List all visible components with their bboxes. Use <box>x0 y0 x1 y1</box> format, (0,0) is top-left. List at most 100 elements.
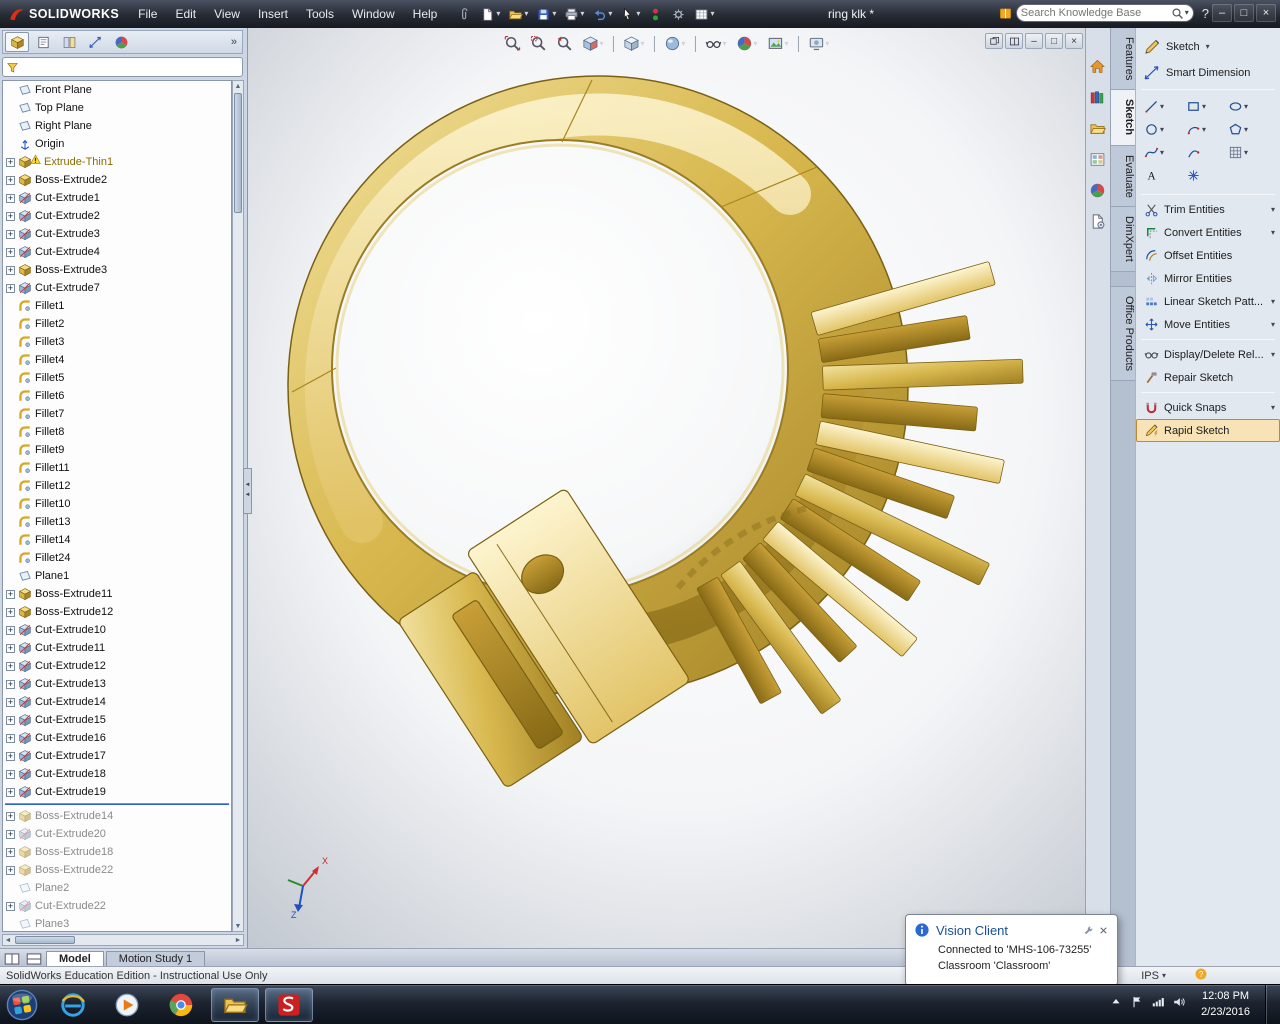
restore-button[interactable]: □ <box>1234 4 1254 22</box>
quick-tip-icon[interactable]: ? <box>1194 967 1208 984</box>
convert-entities-button[interactable]: Convert Entities ▾ <box>1136 221 1280 244</box>
tree-item-fillet11[interactable]: Fillet11 <box>3 459 231 477</box>
undo-button[interactable]: ▾ <box>589 5 615 24</box>
media-player-taskbar-button[interactable] <box>103 988 151 1022</box>
expand-icon[interactable]: + <box>6 625 15 635</box>
tree-item-plane2[interactable]: Plane2 <box>3 879 231 897</box>
menu-insert[interactable]: Insert <box>249 2 297 26</box>
pane-view-icon[interactable] <box>25 950 43 965</box>
expand-icon[interactable]: + <box>6 175 15 185</box>
tree-item-cut-extrude2[interactable]: + Cut-Extrude2 <box>3 207 231 225</box>
tree-item-fillet8[interactable]: Fillet8 <box>3 423 231 441</box>
trim-entities-button[interactable]: Trim Entities ▾ <box>1136 198 1280 221</box>
propertymanager-tab[interactable] <box>31 32 55 52</box>
expand-icon[interactable]: + <box>6 829 15 839</box>
search-caret-icon[interactable]: ▾ <box>1185 9 1189 17</box>
windows-explorer-taskbar-button[interactable] <box>211 987 259 1022</box>
smart-dimension-button[interactable]: Smart Dimension <box>1136 60 1280 86</box>
start-button[interactable] <box>4 987 40 1023</box>
tree-item-boss-extrude18[interactable]: + Boss-Extrude18 <box>3 843 231 861</box>
expand-icon[interactable]: + <box>6 589 15 599</box>
scroll-right-icon[interactable]: ► <box>233 935 243 945</box>
attach-button[interactable] <box>454 5 475 24</box>
scroll-thumb[interactable] <box>15 936 75 944</box>
expand-icon[interactable]: + <box>6 901 15 911</box>
tree-item-cut-extrude1[interactable]: + Cut-Extrude1 <box>3 189 231 207</box>
tab-dimxpert[interactable]: DimXpert <box>1111 207 1135 273</box>
dimxpertmanager-tab[interactable] <box>83 32 107 52</box>
close-button[interactable]: × <box>1256 4 1276 22</box>
arc-tool-button[interactable]: ▾ <box>1186 118 1228 141</box>
tree-item-right-plane[interactable]: Right Plane <box>3 117 231 135</box>
repair-sketch-button[interactable]: Repair Sketch <box>1136 366 1280 389</box>
ring-3d-model[interactable]: X Z <box>248 28 1085 948</box>
view-settings-button[interactable]: ▾ <box>805 33 833 54</box>
tree-item-top-plane[interactable]: Top Plane <box>3 99 231 117</box>
new-window-button[interactable] <box>985 33 1003 49</box>
curve-tool-button[interactable] <box>1186 141 1228 164</box>
featuremanager-tab[interactable] <box>5 32 29 52</box>
new-document-button[interactable]: ▾ <box>477 5 503 24</box>
chrome-taskbar-button[interactable] <box>157 988 205 1022</box>
show-desktop-button[interactable] <box>1265 984 1276 1024</box>
quick-snaps-button[interactable]: Quick Snaps ▾ <box>1136 396 1280 419</box>
file-explorer-button[interactable] <box>1089 120 1108 139</box>
menu-tools[interactable]: Tools <box>297 2 343 26</box>
tree-item-fillet12[interactable]: Fillet12 <box>3 477 231 495</box>
displaymanager-tab[interactable] <box>109 32 133 52</box>
expand-icon[interactable]: + <box>6 811 15 821</box>
tree-horizontal-scrollbar[interactable]: ◄ ► <box>2 934 244 946</box>
edit-appearance-button[interactable]: ▾ <box>733 33 761 54</box>
linear-sketch-patt-button[interactable]: Linear Sketch Patt... ▾ <box>1136 290 1280 313</box>
units-selector[interactable]: IPS ▾ <box>1141 970 1166 982</box>
menu-file[interactable]: File <box>129 2 166 26</box>
expand-icon[interactable]: + <box>6 769 15 779</box>
expand-icon[interactable]: + <box>6 157 15 167</box>
ellipse-tool-button[interactable]: ▾ <box>1228 95 1270 118</box>
options-button[interactable] <box>668 5 689 24</box>
tree-item-fillet7[interactable]: Fillet7 <box>3 405 231 423</box>
expand-icon[interactable]: + <box>6 607 15 617</box>
minimize-document-button[interactable]: – <box>1025 33 1043 49</box>
stoplight-button[interactable] <box>645 5 666 24</box>
expand-icon[interactable]: + <box>6 247 15 257</box>
offset-entities-button[interactable]: Offset Entities <box>1136 244 1280 267</box>
expand-icon[interactable]: + <box>6 787 15 797</box>
split-view-icon[interactable] <box>3 950 21 965</box>
notification-close-icon[interactable] <box>1098 925 1109 936</box>
expand-icon[interactable]: + <box>6 229 15 239</box>
scroll-up-icon[interactable]: ▲ <box>233 81 243 91</box>
zoom-area-button[interactable] <box>526 33 549 54</box>
point-tool-button[interactable] <box>1186 164 1228 187</box>
tree-item-cut-extrude22[interactable]: + Cut-Extrude22 <box>3 897 231 915</box>
save-button[interactable]: ▾ <box>533 5 559 24</box>
tree-item-fillet3[interactable]: Fillet3 <box>3 333 231 351</box>
tab-sketch[interactable]: Sketch <box>1111 90 1135 146</box>
view-orientation-button[interactable]: ▾ <box>619 33 647 54</box>
scroll-left-icon[interactable]: ◄ <box>3 935 13 945</box>
rectangle-tool-button[interactable]: ▾ <box>1186 95 1228 118</box>
restore-document-button[interactable]: □ <box>1045 33 1063 49</box>
tree-item-fillet13[interactable]: Fillet13 <box>3 513 231 531</box>
graphics-area[interactable]: X Z ▾ ▾ ▾ ▾ ▾ ▾ ▾ – □ × <box>248 28 1085 948</box>
mirror-entities-button[interactable]: Mirror Entities <box>1136 267 1280 290</box>
section-view-button[interactable]: ▾ <box>578 33 606 54</box>
expand-icon[interactable]: + <box>6 697 15 707</box>
menu-edit[interactable]: Edit <box>166 2 205 26</box>
tree-item-boss-extrude2[interactable]: + Boss-Extrude2 <box>3 171 231 189</box>
tree-item-cut-extrude16[interactable]: + Cut-Extrude16 <box>3 729 231 747</box>
tree-item-cut-extrude11[interactable]: + Cut-Extrude11 <box>3 639 231 657</box>
sketch-button[interactable]: Sketch ▾ <box>1136 34 1280 60</box>
tree-item-boss-extrude14[interactable]: + Boss-Extrude14 <box>3 807 231 825</box>
move-entities-button[interactable]: Move Entities ▾ <box>1136 313 1280 336</box>
grid-tool-button[interactable]: ▾ <box>1228 141 1270 164</box>
taskbar-clock[interactable]: 12:08 PM 2/23/2016 <box>1201 989 1250 1021</box>
hide-show-items-button[interactable]: ▾ <box>701 33 729 54</box>
tree-item-boss-extrude12[interactable]: + Boss-Extrude12 <box>3 603 231 621</box>
view-palette-button[interactable] <box>1089 151 1108 170</box>
configurationmanager-tab[interactable] <box>57 32 81 52</box>
rapid-sketch-button[interactable]: Rapid Sketch <box>1136 419 1280 442</box>
expand-icon[interactable]: + <box>6 265 15 275</box>
zoom-fit-button[interactable] <box>500 33 523 54</box>
tree-item-cut-extrude18[interactable]: + Cut-Extrude18 <box>3 765 231 783</box>
